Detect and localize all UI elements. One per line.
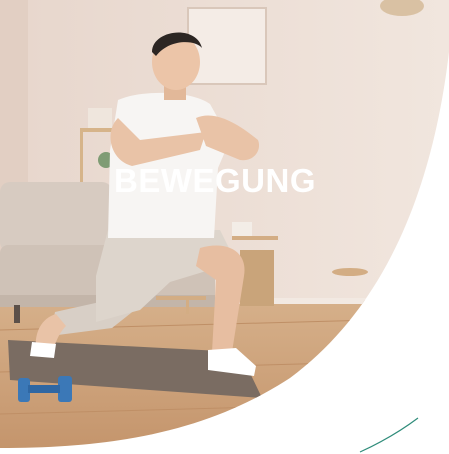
banner-scene <box>0 0 449 453</box>
accent-arc <box>359 417 419 453</box>
workout-photo <box>0 0 449 448</box>
banner-title: BEWEGUNG <box>114 162 316 199</box>
